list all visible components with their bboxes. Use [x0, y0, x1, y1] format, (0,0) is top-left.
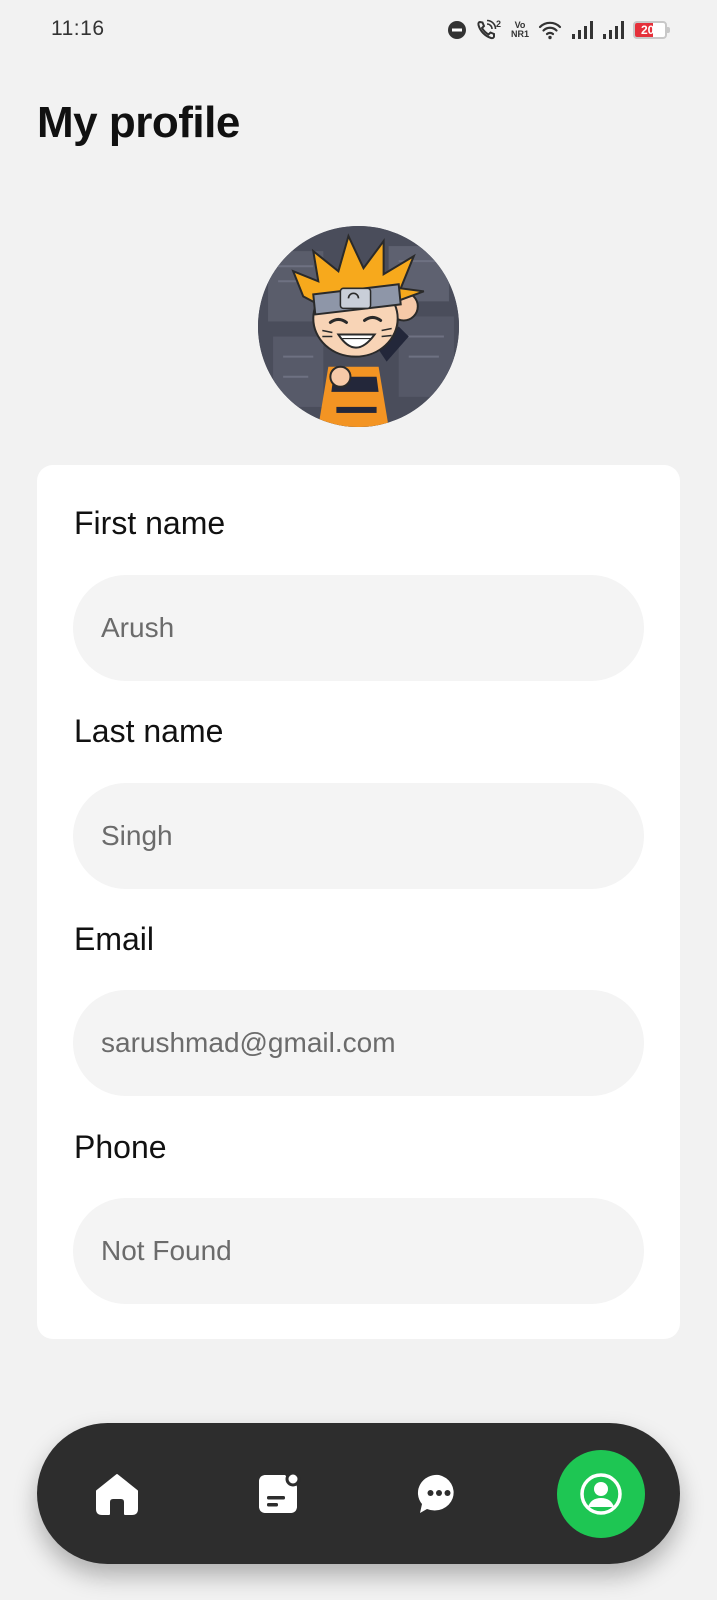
page-title: My profile	[37, 98, 240, 147]
profile-icon	[580, 1473, 622, 1515]
battery-level: 20	[641, 23, 655, 37]
nav-profile[interactable]	[557, 1450, 645, 1538]
notes-icon	[259, 1471, 301, 1513]
wifi-icon	[538, 20, 562, 40]
battery-icon: 20	[633, 21, 670, 39]
profile-screen: 11:16 2 Vo NR1 20 My profile First name …	[0, 0, 717, 1600]
profile-avatar[interactable]	[258, 226, 459, 427]
nav-notes[interactable]	[233, 1423, 323, 1564]
profile-details-card: First name Arush Last name Singh Email s…	[37, 465, 680, 1339]
email-label: Email	[74, 921, 155, 957]
signal-icon	[571, 20, 593, 40]
first-name-value: Arush	[101, 612, 175, 643]
first-name-label: First name	[74, 505, 226, 541]
signal-icon	[602, 20, 624, 40]
status-icons: 2 Vo NR1 20	[447, 18, 670, 42]
phone-label: Phone	[74, 1129, 167, 1165]
email-value: sarushmad@gmail.com	[101, 1027, 396, 1058]
volte-nr-icon: Vo NR1	[511, 21, 529, 39]
chat-icon	[417, 1474, 454, 1513]
wifi-call-icon: 2	[476, 19, 502, 41]
phone-field[interactable]: Not Found	[73, 1198, 644, 1304]
nav-chat[interactable]	[394, 1423, 484, 1564]
call-superscript: 2	[496, 19, 501, 29]
do-not-disturb-icon	[447, 20, 467, 40]
home-icon	[96, 1473, 138, 1515]
avatar-illustration	[258, 226, 459, 427]
nav-home[interactable]	[72, 1423, 162, 1564]
last-name-label: Last name	[74, 713, 224, 749]
last-name-field[interactable]: Singh	[73, 783, 644, 889]
last-name-value: Singh	[101, 820, 173, 851]
first-name-field[interactable]: Arush	[73, 575, 644, 681]
bottom-nav	[37, 1423, 680, 1564]
email-field[interactable]: sarushmad@gmail.com	[73, 990, 644, 1096]
status-time: 11:16	[51, 17, 105, 40]
net-bottom-text: NR1	[510, 29, 529, 39]
status-bar: 11:16 2 Vo NR1 20	[0, 0, 717, 60]
phone-value: Not Found	[101, 1235, 232, 1266]
